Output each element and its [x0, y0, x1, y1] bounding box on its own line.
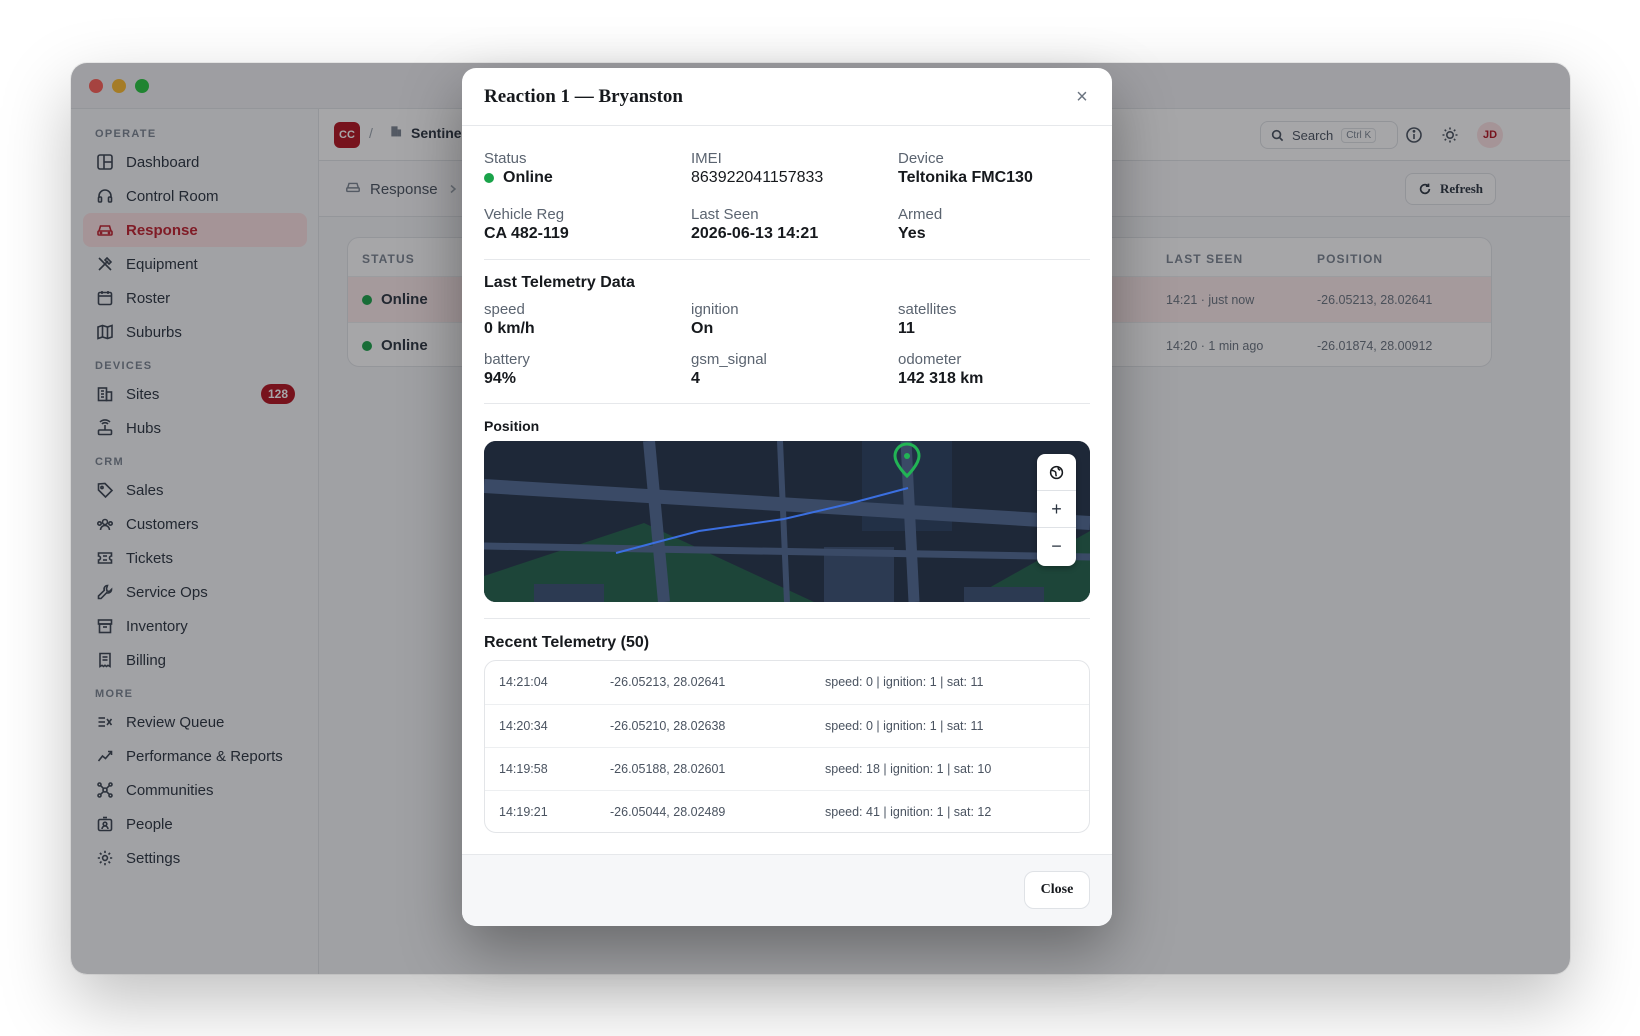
vehicle-reg-value: CA 482-119	[484, 225, 569, 242]
map-controls: + −	[1037, 454, 1076, 566]
last-seen-label: Last Seen	[691, 206, 759, 223]
odometer-label: odometer	[898, 351, 962, 368]
globe-icon[interactable]	[1037, 454, 1076, 491]
status-text: Online	[503, 169, 553, 186]
last-seen-value: 2026-06-13 14:21	[691, 225, 819, 242]
zoom-out-button[interactable]: −	[1037, 528, 1076, 565]
telemetry-gsm-signal: gsm_signal 4	[691, 351, 891, 388]
ignition-value: On	[691, 320, 714, 337]
telemetry-info: speed: 0 | ignition: 1 | sat: 11	[825, 675, 984, 689]
imei-label: IMEI	[691, 150, 722, 167]
table-row[interactable]: 14:19:58 -26.05188, 28.02601 speed: 18 |…	[485, 747, 1089, 790]
modal-title: Reaction 1 — Bryanston	[484, 86, 683, 107]
speed-label: speed	[484, 301, 525, 318]
telemetry-time: 14:19:21	[499, 805, 548, 819]
telemetry-battery: battery 94%	[484, 351, 684, 388]
gsm-signal-value: 4	[691, 370, 700, 387]
imei-field: IMEI 863922041157833	[691, 150, 891, 187]
satellites-label: satellites	[898, 301, 957, 318]
telemetry-time: 14:21:04	[499, 675, 548, 689]
map-canvas	[484, 441, 1090, 602]
vehicle-detail-modal: Reaction 1 — Bryanston × Status Online I…	[462, 68, 1112, 926]
status-value: Online	[484, 169, 684, 187]
telemetry-info: speed: 41 | ignition: 1 | sat: 12	[825, 805, 992, 819]
device-label: Device	[898, 150, 944, 167]
telemetry-speed: speed 0 km/h	[484, 301, 684, 338]
telemetry-coords: -26.05213, 28.02641	[610, 675, 726, 689]
armed-label: Armed	[898, 206, 943, 223]
ignition-label: ignition	[691, 301, 739, 318]
divider	[484, 403, 1090, 404]
divider	[484, 618, 1090, 619]
close-button[interactable]: Close	[1024, 871, 1090, 909]
modal-header: Reaction 1 — Bryanston ×	[462, 68, 1112, 126]
telemetry-section-title: Last Telemetry Data	[484, 274, 635, 291]
close-icon[interactable]: ×	[1070, 85, 1094, 109]
last-seen-field: Last Seen 2026-06-13 14:21	[691, 206, 891, 243]
telemetry-coords: -26.05044, 28.02489	[610, 805, 726, 819]
imei-value: 863922041157833	[691, 169, 824, 186]
position-map[interactable]: + −	[484, 441, 1090, 602]
vehicle-reg-field: Vehicle Reg CA 482-119	[484, 206, 684, 243]
telemetry-coords: -26.05210, 28.02638	[610, 719, 726, 733]
position-section-title: Position	[484, 418, 540, 434]
device-field: Device Teltonika FMC130	[898, 150, 1098, 187]
telemetry-info: speed: 18 | ignition: 1 | sat: 10	[825, 762, 992, 776]
battery-value: 94%	[484, 370, 517, 387]
online-status-dot	[484, 173, 494, 183]
device-value: Teltonika FMC130	[898, 169, 1033, 186]
armed-field: Armed Yes	[898, 206, 1098, 243]
divider	[484, 259, 1090, 260]
odometer-value: 142 318 km	[898, 370, 984, 387]
battery-label: battery	[484, 351, 530, 368]
gsm-signal-label: gsm_signal	[691, 351, 767, 368]
zoom-in-button[interactable]: +	[1037, 491, 1076, 528]
telemetry-info: speed: 0 | ignition: 1 | sat: 11	[825, 719, 984, 733]
telemetry-time: 14:19:58	[499, 762, 548, 776]
telemetry-odometer: odometer 142 318 km	[898, 351, 1098, 388]
status-field: Status Online	[484, 150, 684, 187]
telemetry-ignition: ignition On	[691, 301, 891, 338]
status-label: Status	[484, 150, 527, 167]
armed-value: Yes	[898, 225, 926, 242]
speed-value: 0 km/h	[484, 320, 535, 337]
recent-telemetry-title: Recent Telemetry (50)	[484, 634, 650, 651]
table-row[interactable]: 14:21:04 -26.05213, 28.02641 speed: 0 | …	[485, 661, 1089, 704]
telemetry-coords: -26.05188, 28.02601	[610, 762, 726, 776]
telemetry-time: 14:20:34	[499, 719, 548, 733]
vehicle-reg-label: Vehicle Reg	[484, 206, 565, 223]
satellites-value: 11	[898, 320, 915, 337]
table-row[interactable]: 14:19:21 -26.05044, 28.02489 speed: 41 |…	[485, 790, 1089, 832]
recent-telemetry-table: 14:21:04 -26.05213, 28.02641 speed: 0 | …	[484, 660, 1090, 833]
table-row[interactable]: 14:20:34 -26.05210, 28.02638 speed: 0 | …	[485, 704, 1089, 747]
modal-footer: Close	[462, 854, 1112, 926]
telemetry-satellites: satellites 11	[898, 301, 1098, 338]
